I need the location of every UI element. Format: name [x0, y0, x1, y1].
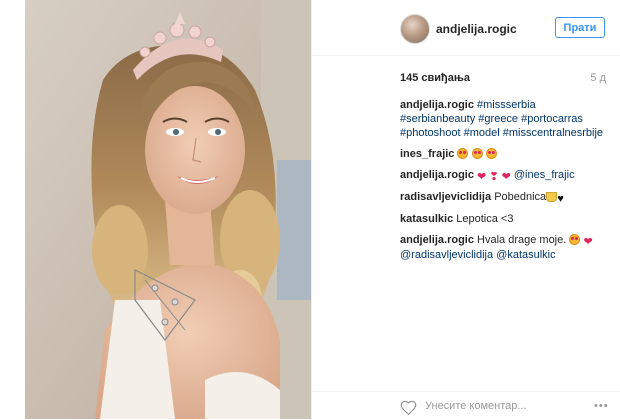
trophy-icon: [546, 192, 558, 202]
more-options-icon[interactable]: •••: [594, 400, 609, 412]
comment-username[interactable]: ines_frajic: [400, 148, 454, 160]
likes-count[interactable]: 145 свиђања: [400, 72, 470, 84]
hashtag-link[interactable]: #photoshoot: [400, 127, 461, 139]
mention-link[interactable]: @ines_frajic: [514, 169, 575, 181]
comment-caption: andjelija.rogic #missserbia #serbianbeau…: [400, 98, 606, 140]
heart-eyes-face-icon: [457, 148, 469, 159]
hashtag-link[interactable]: #missserbia: [477, 99, 536, 111]
hashtag-link[interactable]: #serbianbeauty: [400, 113, 475, 125]
two-hearts-icon: ❣: [489, 171, 499, 183]
hashtag-link[interactable]: #portocarras: [521, 113, 583, 125]
red-heart-icon: ❤: [583, 236, 593, 248]
comment-item: ines_frajic: [400, 147, 606, 161]
comments-list: andjelija.rogic #missserbia #serbianbeau…: [400, 98, 606, 269]
hashtag-link[interactable]: #model: [464, 127, 500, 139]
comment-item: radisavljeviclidija Pobednica ♥: [400, 190, 606, 205]
heart-eyes-face-icon: [471, 148, 483, 159]
black-heart-icon: ♥: [557, 193, 564, 205]
post-side-panel: andjelija.rogic Прати 145 свиђања 5 д an…: [312, 0, 620, 419]
hashtag-link[interactable]: #misscentralnesrbije: [503, 127, 603, 139]
portrait-image: [25, 0, 311, 419]
mention-link[interactable]: @katasulkic: [496, 249, 555, 261]
post-header: andjelija.rogic Прати: [312, 0, 620, 56]
avatar[interactable]: [400, 14, 430, 44]
heart-eyes-face-icon: [485, 148, 497, 159]
comment-username[interactable]: katasulkic: [400, 213, 453, 225]
comment-username[interactable]: andjelija.rogic: [400, 169, 474, 181]
like-heart-icon[interactable]: [400, 400, 417, 415]
post-photo[interactable]: [25, 0, 311, 419]
heart-eyes-face-icon: [569, 234, 581, 245]
comment-username[interactable]: andjelija.rogic: [400, 234, 474, 246]
comment-username[interactable]: andjelija.rogic: [400, 99, 474, 111]
comment-text: Pobednica: [494, 191, 547, 203]
hashtag-link[interactable]: #greece: [478, 113, 518, 125]
follow-button[interactable]: Прати: [555, 17, 605, 38]
comment-input[interactable]: [425, 398, 585, 414]
red-heart-icon: ❤: [501, 171, 511, 183]
comment-text: Lepotica <3: [456, 213, 514, 225]
post-age[interactable]: 5 д: [590, 72, 606, 84]
comment-item: andjelija.rogic ❤ ❣ ❤ @ines_frajic: [400, 168, 606, 183]
comment-bar: •••: [312, 391, 620, 420]
header-username[interactable]: andjelija.rogic: [436, 22, 517, 36]
comment-item: katasulkic Lepotica <3: [400, 212, 606, 226]
red-heart-icon: ❤: [477, 171, 487, 183]
comment-text: Hvala drage moje.: [477, 234, 567, 246]
comment-username[interactable]: radisavljeviclidija: [400, 191, 491, 203]
mention-link[interactable]: @radisavljeviclidija: [400, 249, 493, 261]
comment-item: andjelija.rogic Hvala drage moje. ❤ @rad…: [400, 233, 606, 262]
